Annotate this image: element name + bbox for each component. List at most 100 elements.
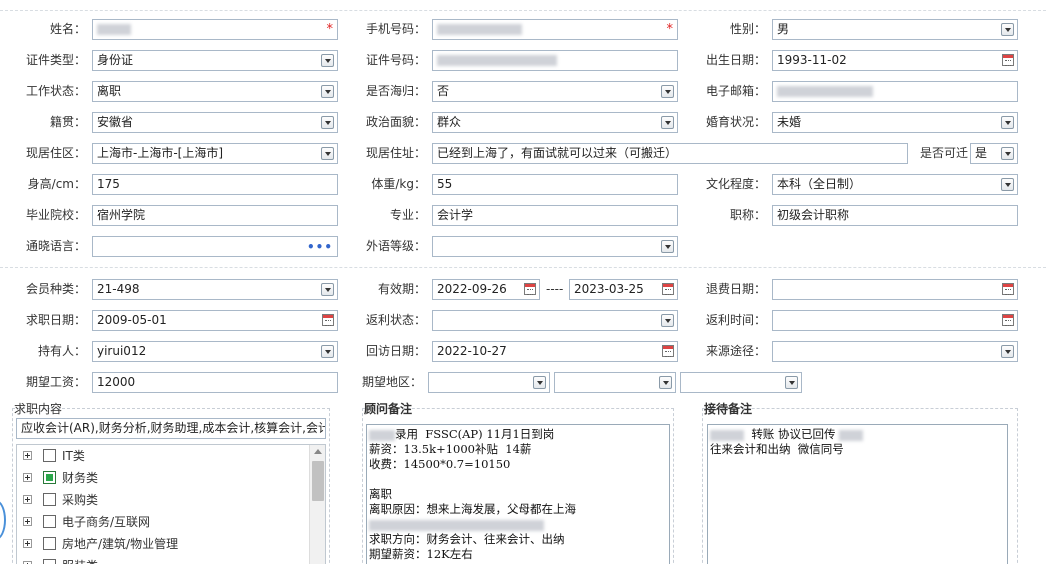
region-label: 期望地区： [361,375,422,389]
note-line: 往来会计和出纳 微信同号 [710,442,844,456]
weight-label: 体重/kg： [371,177,426,191]
holder-select[interactable]: yirui012 [92,341,338,362]
id-number-label: 证件号码： [365,53,426,67]
expand-icon[interactable] [23,451,32,460]
work-status-select[interactable]: 离职 [92,81,338,102]
checkbox[interactable] [43,449,56,462]
checkbox[interactable] [43,493,56,506]
more-icon[interactable]: ••• [307,238,333,256]
chevron-down-icon[interactable] [1001,345,1014,358]
chevron-down-icon[interactable] [321,85,334,98]
relocate-select[interactable]: 是 [970,143,1018,164]
school-value: 宿州学院 [97,208,146,222]
email-input[interactable] [772,81,1018,102]
refund-date-input[interactable] [772,279,1018,300]
current-address-input[interactable]: 已经到上海了，有面试就可以过来（可搬迁） [432,143,908,164]
member-type-select[interactable]: 21-498 [92,279,338,300]
tree-item-label: 电子商务/互联网 [62,515,151,529]
title-input[interactable]: 初级会计职称 [772,205,1018,226]
chevron-down-icon[interactable] [321,116,334,129]
visit-date-label: 回访日期： [365,344,426,358]
foreign-level-select[interactable] [432,236,678,257]
chevron-down-icon[interactable] [785,376,798,389]
advisor-notes-textarea[interactable]: 录用 FSSC(AP) 11月1日到岗 薪资：13.5k+1000补贴 14薪 收费… [366,424,670,564]
chevron-down-icon[interactable] [1001,178,1014,191]
native-place-select[interactable]: 安徽省 [92,112,338,133]
valid-to-input[interactable]: 2023-03-25 [569,279,678,300]
chevron-down-icon[interactable] [661,85,674,98]
note-line: 离职原因：想来上海发展，父母都在上海 [369,502,576,516]
region-select-1[interactable] [428,372,550,393]
side-tab-icon[interactable] [0,500,6,540]
height-input[interactable]: 175 [92,174,338,195]
phone-input[interactable]: * [432,19,678,40]
chevron-down-icon[interactable] [321,283,334,296]
expand-icon[interactable] [23,539,32,548]
expand-icon[interactable] [23,473,32,482]
visit-date-input[interactable]: 2022-10-27 [432,341,678,362]
major-input[interactable]: 会计学 [432,205,678,226]
checkbox-checked[interactable] [43,471,56,484]
id-type-select[interactable]: 身份证 [92,50,338,71]
valid-to-value: 2023-03-25 [574,282,644,296]
native-place-value: 安徽省 [97,115,134,129]
reception-notes-textarea[interactable]: 转账 协议已回传 往来会计和出纳 微信同号 [707,424,1008,564]
valid-from-input[interactable]: 2022-09-26 [432,279,540,300]
gender-select[interactable]: 男 [772,19,1018,40]
scroll-up-icon[interactable] [314,449,322,454]
job-date-input[interactable]: 2009-05-01 [92,310,338,331]
salary-input[interactable]: 12000 [92,372,338,393]
chevron-down-icon[interactable] [1001,23,1014,36]
current-address-label: 现居住址： [365,146,426,160]
checkbox[interactable] [43,515,56,528]
calendar-icon[interactable] [662,345,674,357]
rebate-time-input[interactable] [772,310,1018,331]
calendar-icon[interactable] [1002,314,1014,326]
overseas-select[interactable]: 否 [432,81,678,102]
education-select[interactable]: 本科（全日制） [772,174,1018,195]
chevron-down-icon[interactable] [321,147,334,160]
scroll-thumb[interactable] [312,461,324,501]
id-number-input[interactable] [432,50,678,71]
chevron-down-icon[interactable] [1001,147,1014,160]
calendar-icon[interactable] [322,314,334,326]
category-tree[interactable]: IT类 财务类 采购类 电子商务/互联网 房地产/建筑/物业管理 服装类 [16,444,326,564]
chevron-down-icon[interactable] [321,345,334,358]
chevron-down-icon[interactable] [661,314,674,327]
school-label: 毕业院校： [25,208,86,222]
chevron-down-icon[interactable] [659,376,672,389]
checkbox[interactable] [43,537,56,550]
rebate-status-select[interactable] [432,310,678,331]
calendar-icon[interactable] [1002,283,1014,295]
checkbox[interactable] [43,559,56,564]
languages-input[interactable]: ••• [92,236,338,257]
expand-icon[interactable] [23,495,32,504]
political-status-select[interactable]: 群众 [432,112,678,133]
calendar-icon[interactable] [1002,54,1014,66]
name-input[interactable]: * [92,19,338,40]
chevron-down-icon[interactable] [1001,116,1014,129]
marital-status-label: 婚育状况： [705,115,766,129]
current-area-select[interactable]: 上海市-上海市-[上海市] [92,143,338,164]
title-label: 职称： [729,208,766,222]
chevron-down-icon[interactable] [321,54,334,67]
marital-status-value: 未婚 [777,115,802,129]
chevron-down-icon[interactable] [661,116,674,129]
chevron-down-icon[interactable] [533,376,546,389]
top-divider [0,10,1046,11]
source-select[interactable] [772,341,1018,362]
marital-status-select[interactable]: 未婚 [772,112,1018,133]
calendar-icon[interactable] [524,283,536,295]
region-select-2[interactable] [554,372,676,393]
id-type-label: 证件类型： [25,53,86,67]
tree-scrollbar[interactable] [309,445,325,564]
expand-icon[interactable] [23,517,32,526]
chevron-down-icon[interactable] [661,240,674,253]
weight-input[interactable]: 55 [432,174,678,195]
school-input[interactable]: 宿州学院 [92,205,338,226]
birth-date-input[interactable]: 1993-11-02 [772,50,1018,71]
source-label: 来源途径： [705,344,766,358]
job-content-summary[interactable]: 应收会计(AR),财务分析,财务助理,成本会计,核算会计,会计 [16,418,326,439]
region-select-3[interactable] [680,372,802,393]
calendar-icon[interactable] [662,283,674,295]
